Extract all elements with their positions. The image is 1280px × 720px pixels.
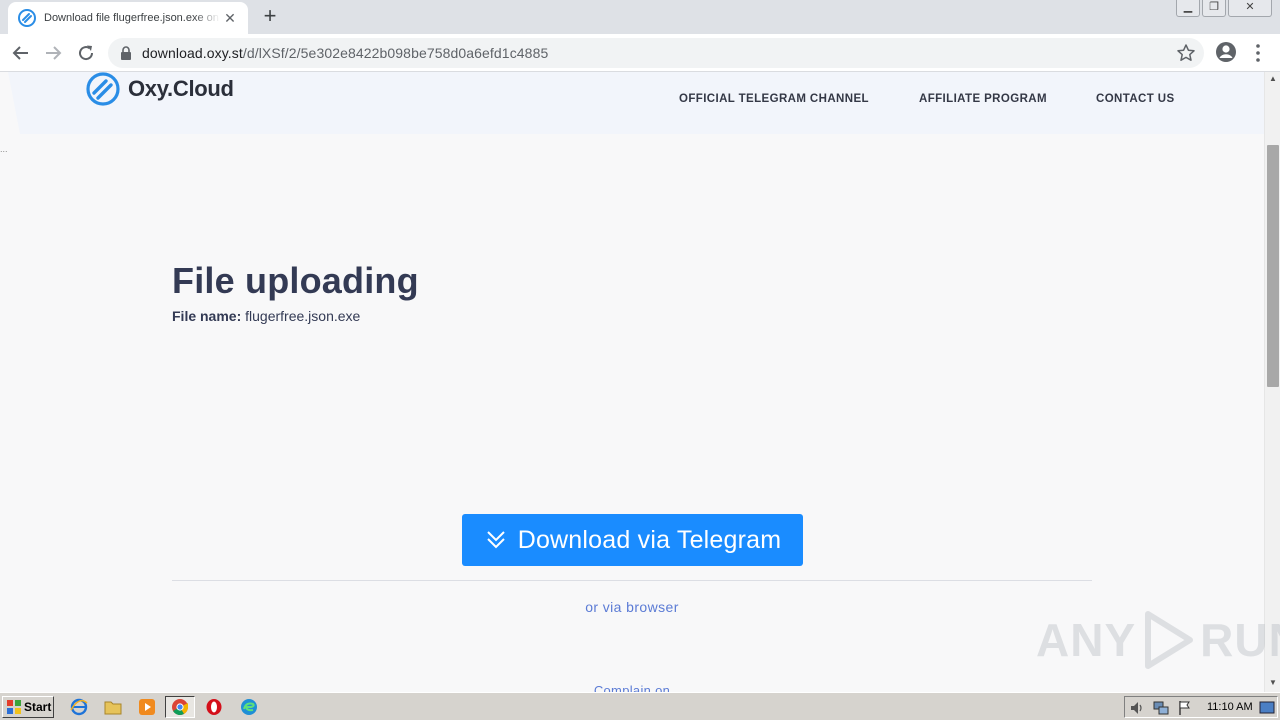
file-explorer-taskbar-icon[interactable] bbox=[102, 697, 124, 717]
scroll-up-arrow-icon[interactable]: ▲ bbox=[1265, 72, 1280, 86]
opera-taskbar-icon[interactable] bbox=[203, 697, 225, 717]
page-viewport: Oxy.Cloud OFFICIAL TELEGRAM CHANNEL AFFI… bbox=[0, 72, 1264, 692]
oxy-favicon-icon bbox=[18, 9, 36, 27]
double-chevron-down-icon bbox=[486, 531, 505, 549]
forward-button[interactable] bbox=[40, 40, 66, 66]
tab-close-icon[interactable]: ✕ bbox=[222, 10, 238, 26]
window-controls: ▁ ❐ ✕ bbox=[1176, 0, 1272, 17]
site-logo[interactable]: Oxy.Cloud bbox=[86, 72, 234, 106]
lock-icon bbox=[121, 46, 131, 60]
start-label: Start bbox=[24, 700, 52, 714]
reload-icon bbox=[79, 45, 94, 61]
ie-icon bbox=[70, 698, 88, 716]
nav-telegram-channel-link[interactable]: OFFICIAL TELEGRAM CHANNEL bbox=[679, 93, 869, 105]
download-button-label: Download via Telegram bbox=[517, 525, 782, 554]
ellipsis-text: ... bbox=[0, 144, 8, 154]
action-center-flag-icon[interactable] bbox=[1177, 700, 1193, 716]
start-button[interactable]: Start bbox=[2, 696, 54, 718]
nav-affiliate-program-link[interactable]: AFFILIATE PROGRAM bbox=[919, 93, 1047, 105]
scrollbar-thumb[interactable] bbox=[1267, 145, 1279, 387]
page-title: File uploading bbox=[172, 260, 419, 301]
logo-text: Oxy.Cloud bbox=[128, 76, 234, 101]
network-icon[interactable] bbox=[1153, 700, 1169, 716]
edge-taskbar-icon[interactable] bbox=[238, 697, 260, 717]
page-scrollbar[interactable]: ▲ ▼ bbox=[1264, 72, 1280, 692]
close-window-button[interactable]: ✕ bbox=[1228, 0, 1272, 17]
internet-explorer-taskbar-icon[interactable] bbox=[68, 697, 90, 717]
browser-toolbar: download.oxy.st/d/lXSf/2/5e302e8422b098b… bbox=[0, 34, 1280, 72]
site-header: Oxy.Cloud OFFICIAL TELEGRAM CHANNEL AFFI… bbox=[0, 72, 1264, 134]
watermark-text-left: ANY bbox=[1036, 614, 1137, 666]
speaker-icon[interactable] bbox=[1129, 700, 1145, 716]
new-tab-button[interactable]: + bbox=[258, 5, 282, 28]
media-player-icon bbox=[139, 699, 155, 715]
oxy-logo-icon bbox=[86, 72, 120, 106]
download-via-telegram-button[interactable]: Download via Telegram bbox=[462, 514, 803, 566]
windows-logo-icon bbox=[7, 700, 21, 714]
url-path: /d/lXSf/2/5e302e8422b098be758d0a6efd1c48… bbox=[242, 45, 549, 61]
show-desktop-icon[interactable] bbox=[1259, 700, 1275, 716]
file-name-row: File name: flugerfree.json.exe bbox=[172, 308, 360, 324]
scroll-down-arrow-icon[interactable]: ▼ bbox=[1265, 676, 1280, 690]
folder-icon bbox=[104, 701, 122, 715]
profile-avatar-icon[interactable] bbox=[1214, 40, 1238, 64]
opera-icon bbox=[206, 699, 222, 715]
anyrun-watermark: ANY RUN bbox=[1036, 608, 1280, 672]
watermark-text-right: RUN bbox=[1200, 614, 1280, 666]
header-diagonal-shape bbox=[0, 72, 20, 134]
file-name-value: flugerfree.json.exe bbox=[245, 308, 361, 324]
tab-strip: Download file flugerfree.json.exe on ✕ +… bbox=[0, 0, 1280, 34]
bookmark-star-icon[interactable] bbox=[1176, 43, 1196, 63]
complain-link[interactable]: Complain on bbox=[0, 683, 1264, 692]
minimize-button[interactable]: ▁ bbox=[1176, 0, 1200, 17]
kebab-menu-icon[interactable] bbox=[1250, 42, 1266, 64]
chrome-icon bbox=[172, 699, 188, 715]
nav-contact-us-link[interactable]: CONTACT US bbox=[1096, 93, 1175, 105]
divider bbox=[172, 580, 1092, 581]
screen: Download file flugerfree.json.exe on ✕ +… bbox=[0, 0, 1280, 720]
watermark-play-icon bbox=[1145, 611, 1194, 669]
restore-button[interactable]: ❐ bbox=[1202, 0, 1226, 17]
chrome-taskbar-icon[interactable] bbox=[165, 696, 195, 718]
back-arrow-icon bbox=[12, 46, 28, 60]
media-player-taskbar-icon[interactable] bbox=[136, 697, 158, 717]
windows-taskbar: Start 11:10 AM bbox=[0, 692, 1280, 720]
url-text: download.oxy.st/d/lXSf/2/5e302e8422b098b… bbox=[142, 45, 548, 61]
edge-icon bbox=[241, 699, 257, 715]
file-name-label: File name: bbox=[172, 308, 242, 324]
browser-tab[interactable]: Download file flugerfree.json.exe on ✕ bbox=[8, 2, 248, 34]
system-tray: 11:10 AM bbox=[1124, 696, 1278, 718]
forward-arrow-icon bbox=[46, 46, 62, 60]
back-button[interactable] bbox=[8, 40, 34, 66]
taskbar-clock: 11:10 AM bbox=[1207, 701, 1253, 713]
tab-title: Download file flugerfree.json.exe on bbox=[44, 12, 219, 24]
reload-button[interactable] bbox=[73, 40, 99, 66]
address-bar[interactable]: download.oxy.st/d/lXSf/2/5e302e8422b098b… bbox=[108, 38, 1204, 68]
url-host: download.oxy.st bbox=[142, 45, 243, 61]
